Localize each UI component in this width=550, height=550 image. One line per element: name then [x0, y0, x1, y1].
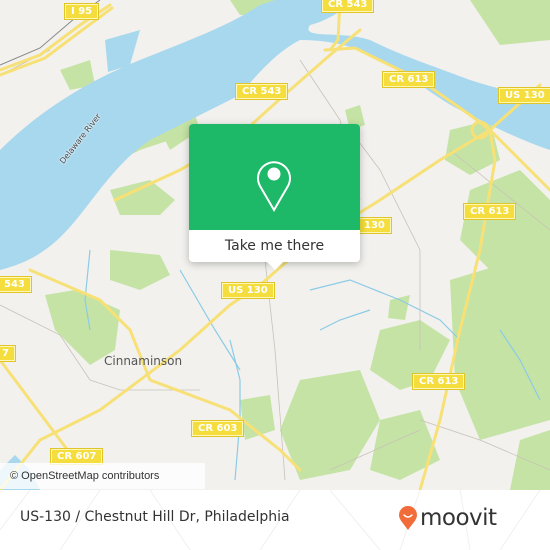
road-shield: US 130	[221, 282, 275, 299]
map[interactable]: Delaware River Cinnaminson I 95 CR 543 C…	[0, 0, 550, 490]
road-shield: CR 613	[381, 71, 436, 88]
road-shield: CR 543	[320, 0, 375, 13]
stop-title: US-130 / Chestnut Hill Dr, Philadelphia	[20, 509, 290, 525]
road-shield: 7	[0, 345, 16, 362]
location-popup: Take me there	[189, 124, 360, 270]
moovit-pin-icon	[399, 506, 417, 530]
road-shield: CR 613	[462, 203, 517, 220]
place-label-cinnaminson: Cinnaminson	[104, 354, 183, 368]
road-shield: US 130	[498, 87, 550, 104]
footer: US-130 / Chestnut Hill Dr, Philadelphia …	[0, 490, 550, 550]
map-attribution[interactable]: © OpenStreetMap contributors	[0, 463, 205, 489]
road-shield: CR 543	[234, 83, 289, 100]
location-pin-icon	[257, 161, 291, 212]
take-me-there-button[interactable]: Take me there	[189, 230, 360, 262]
road-shield: I 95	[63, 3, 100, 20]
road-shield: CR 613	[411, 373, 466, 390]
road-shield: 543	[0, 276, 32, 293]
road-shield: CR 607	[49, 448, 104, 465]
moovit-wordmark: moovit	[420, 505, 497, 531]
moovit-logo[interactable]: moovit	[398, 503, 497, 533]
popup-pointer	[266, 261, 284, 270]
popup-header	[189, 124, 360, 230]
road-shield: CR 603	[190, 420, 245, 437]
road-shield: 130	[357, 217, 392, 234]
